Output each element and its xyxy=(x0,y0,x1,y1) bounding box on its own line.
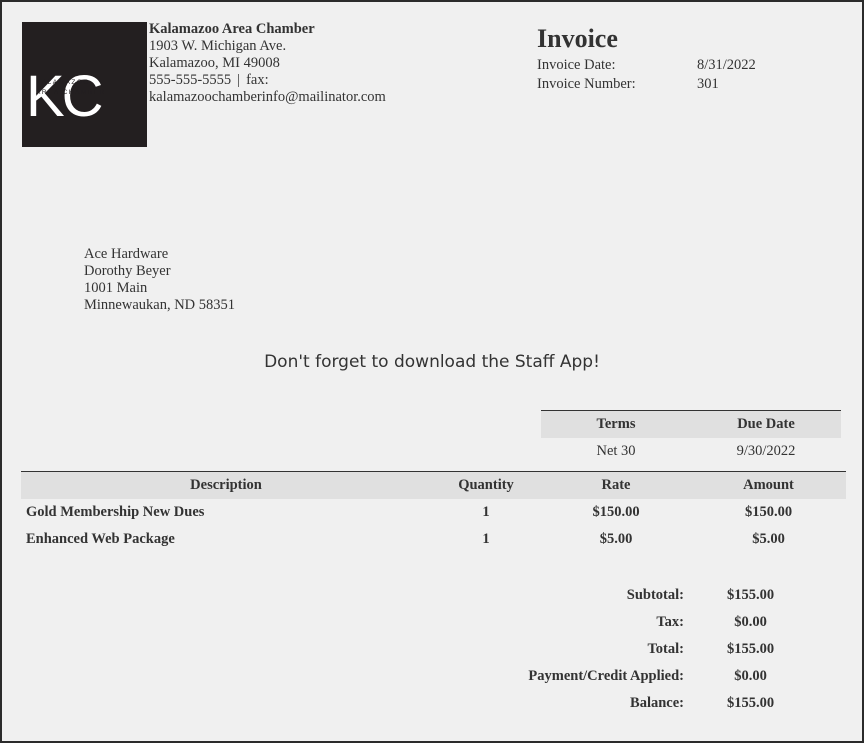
invoice-date-label: Invoice Date: xyxy=(537,57,616,73)
total-row: Total: $155.00 xyxy=(442,636,817,663)
invoice-header: Invoice Invoice Date: 8/31/2022 Invoice … xyxy=(537,22,756,94)
total-value: $155.00 xyxy=(726,641,775,657)
invoice-number-row: Invoice Number: 301 xyxy=(537,75,756,94)
due-date-header: Due Date xyxy=(737,416,795,432)
quantity-header: Quantity xyxy=(458,477,514,493)
organization-info: Kalamazoo Area Chamber 1903 W. Michigan … xyxy=(149,21,386,106)
organization-phone-fax: 555-555-5555 | fax: xyxy=(149,72,386,89)
balance-label: Balance: xyxy=(630,695,684,711)
due-date-value: 9/30/2022 xyxy=(736,443,796,459)
balance-value: $155.00 xyxy=(726,695,775,711)
organization-name: Kalamazoo Area Chamber xyxy=(149,21,315,37)
bill-to-contact: Dorothy Beyer xyxy=(84,263,171,279)
item-quantity: 1 xyxy=(482,504,490,520)
total-label: Total: xyxy=(647,641,684,657)
logo-monogram: KC xyxy=(26,64,102,129)
terms-value: Net 30 xyxy=(596,443,636,459)
invoice-date-row: Invoice Date: 8/31/2022 xyxy=(537,56,756,75)
terms-value-row: Net 30 9/30/2022 xyxy=(541,438,841,465)
logo-line2: AREA CHAMBER xyxy=(36,89,106,96)
bill-to-company: Ace Hardware xyxy=(84,246,169,262)
subtotal-value: $155.00 xyxy=(726,587,775,603)
tax-value: $0.00 xyxy=(734,614,767,630)
bill-to-address-line1: 1001 Main xyxy=(84,280,148,296)
rate-header: Rate xyxy=(601,477,631,493)
item-description: Enhanced Web Package xyxy=(26,531,175,547)
organization-address-line1: 1903 W. Michigan Ave. xyxy=(149,38,287,54)
item-rate: $150.00 xyxy=(592,504,640,520)
totals-section: Subtotal: $155.00 Tax: $0.00 Total: $155… xyxy=(442,582,817,717)
terms-header: Terms xyxy=(596,416,636,432)
table-row: Gold Membership New Dues 1 $150.00 $150.… xyxy=(21,499,846,526)
organization-email: kalamazoochamberinfo@mailinator.com xyxy=(149,89,386,105)
payment-value: $0.00 xyxy=(734,668,767,684)
organization-address-line2: Kalamazoo, MI 49008 xyxy=(149,55,280,71)
table-row: Enhanced Web Package 1 $5.00 $5.00 xyxy=(21,526,846,553)
phone-separator: | xyxy=(237,72,241,88)
invoice-number-value: 301 xyxy=(697,76,719,92)
bill-to-address: Ace Hardware Dorothy Beyer 1001 Main Min… xyxy=(84,246,235,314)
item-amount: $150.00 xyxy=(744,504,793,520)
invoice-document: KC KALAMAZOO AREA CHAMBER Kalamazoo Area… xyxy=(0,0,864,743)
amount-header: Amount xyxy=(743,477,794,493)
terms-header-row: Terms Due Date xyxy=(541,411,841,438)
line-items-table: Description Quantity Rate Amount Gold Me… xyxy=(21,471,846,553)
invoice-number-label: Invoice Number: xyxy=(537,76,636,92)
organization-logo: KC KALAMAZOO AREA CHAMBER xyxy=(22,22,147,147)
logo-line1: KALAMAZOO xyxy=(36,79,90,86)
tax-label: Tax: xyxy=(656,614,684,630)
fax-label: fax: xyxy=(246,72,269,88)
balance-row: Balance: $155.00 xyxy=(442,690,817,717)
item-rate: $5.00 xyxy=(599,531,633,547)
payment-label: Payment/Credit Applied: xyxy=(528,668,684,684)
organization-phone: 555-555-5555 xyxy=(149,72,232,88)
bill-to-address-line2: Minnewaukan, ND 58351 xyxy=(84,297,236,313)
terms-table: Terms Due Date Net 30 9/30/2022 xyxy=(541,410,841,465)
promo-message: Don't forget to download the Staff App! xyxy=(264,352,600,372)
item-description: Gold Membership New Dues xyxy=(26,504,205,520)
subtotal-row: Subtotal: $155.00 xyxy=(442,582,817,609)
invoice-date-value: 8/31/2022 xyxy=(697,57,756,73)
description-header: Description xyxy=(190,477,262,493)
subtotal-label: Subtotal: xyxy=(626,587,684,603)
item-quantity: 1 xyxy=(482,531,490,547)
line-items-header-row: Description Quantity Rate Amount xyxy=(21,472,846,499)
tax-row: Tax: $0.00 xyxy=(442,609,817,636)
item-amount: $5.00 xyxy=(752,531,785,547)
invoice-title: Invoice xyxy=(537,24,618,53)
payment-row: Payment/Credit Applied: $0.00 xyxy=(442,663,817,690)
